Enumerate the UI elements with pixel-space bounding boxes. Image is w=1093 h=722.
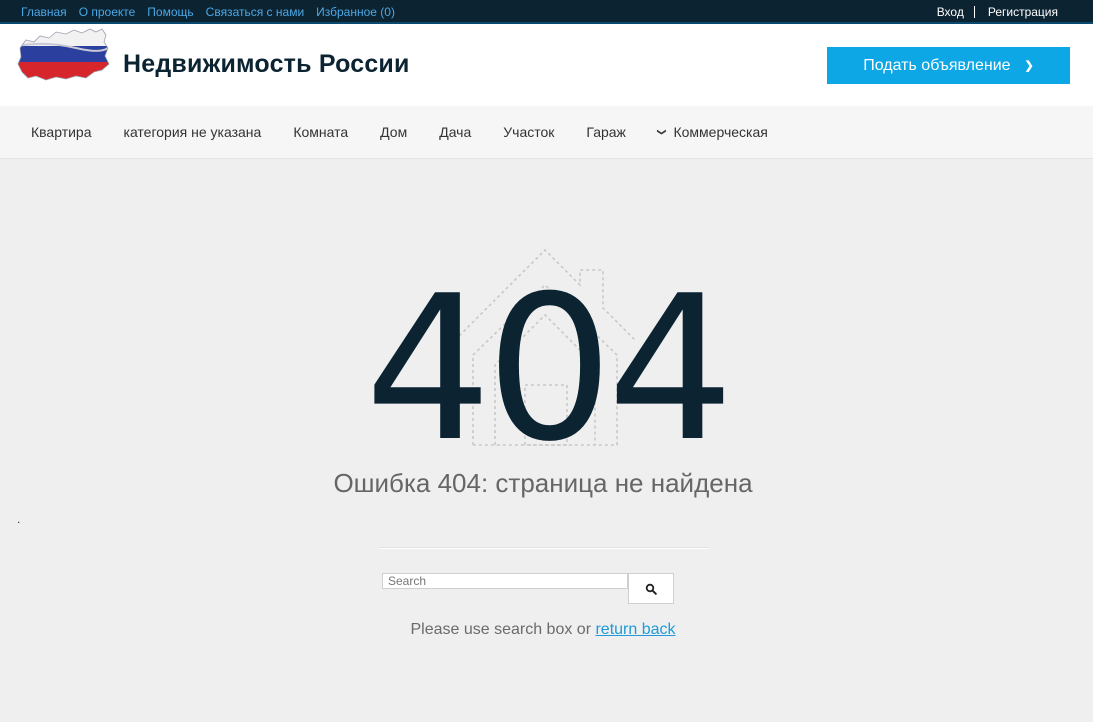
nav-item-commercial[interactable]: ❯ Коммерческая <box>642 124 784 140</box>
site-title[interactable]: Недвижимость России <box>123 50 410 79</box>
site-header: Недвижимость России Подать объявление ❯ <box>0 24 1093 106</box>
nav-item-garage[interactable]: Гараж <box>570 124 642 140</box>
chevron-right-icon: ❯ <box>1024 60 1034 72</box>
search-button[interactable] <box>628 573 674 604</box>
help-text: Please use search box or return back <box>0 621 1086 639</box>
nav-item-dacha[interactable]: Дача <box>423 124 487 140</box>
post-ad-label: Подать объявление <box>863 56 1011 74</box>
top-link-about[interactable]: О проекте <box>79 6 136 18</box>
russia-flag-map-logo[interactable] <box>16 26 110 82</box>
search-icon <box>645 583 657 595</box>
nav-item-room[interactable]: Комната <box>277 124 364 140</box>
top-links: Главная О проекте Помощь Связаться с нам… <box>15 6 401 18</box>
auth-links: Вход Регистрация <box>937 6 1058 18</box>
top-link-contact[interactable]: Связаться с нами <box>206 6 304 18</box>
error-message: Ошибка 404: страница не найдена <box>333 468 753 498</box>
nav-item-uncategorized[interactable]: категория не указана <box>108 124 278 140</box>
return-back-link[interactable]: return back <box>595 621 675 638</box>
top-link-favorites[interactable]: Избранное (0) <box>316 6 395 18</box>
top-bar: Главная О проекте Помощь Связаться с нам… <box>0 0 1093 24</box>
nav-item-land[interactable]: Участок <box>487 124 570 140</box>
divider <box>379 547 708 549</box>
category-nav: Квартира категория не указана Комната До… <box>0 106 1093 159</box>
help-text-prefix: Please use search box or <box>410 621 596 638</box>
nav-item-house[interactable]: Дом <box>364 124 423 140</box>
login-link[interactable]: Вход <box>937 6 964 18</box>
stray-dot: . <box>17 512 21 526</box>
top-link-help[interactable]: Помощь <box>147 6 193 18</box>
top-link-home[interactable]: Главная <box>21 6 67 18</box>
nav-item-commercial-label: Коммерческая <box>673 124 768 140</box>
chevron-down-icon: ❯ <box>656 128 667 136</box>
auth-separator <box>973 6 975 18</box>
error-code: 404 <box>364 253 735 486</box>
search-input[interactable] <box>382 573 628 589</box>
register-link[interactable]: Регистрация <box>988 6 1058 18</box>
nav-item-apartment[interactable]: Квартира <box>15 124 108 140</box>
post-ad-button[interactable]: Подать объявление ❯ <box>827 47 1070 84</box>
